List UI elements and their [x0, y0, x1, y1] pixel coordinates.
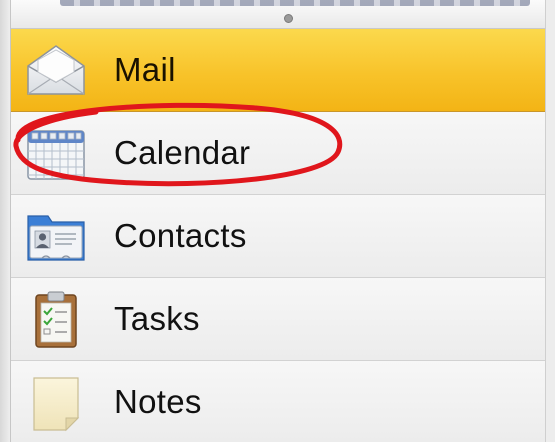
cut-off-content [60, 0, 530, 6]
nav-item-contacts[interactable]: Contacts [10, 195, 545, 278]
scroll-area-edge [545, 0, 555, 442]
nav-item-label: Contacts [114, 217, 247, 254]
nav-item-notes[interactable]: Notes [10, 361, 545, 442]
nav-item-mail[interactable]: Mail [10, 29, 545, 112]
contact-card-icon [24, 206, 88, 266]
nav-item-label: Calendar [114, 134, 251, 171]
nav-item-label: Tasks [114, 300, 200, 337]
nav-item-label: Notes [114, 383, 202, 420]
calendar-icon [24, 123, 88, 183]
resize-grip-handle[interactable] [284, 14, 293, 23]
navigation-pane-window: Mail Calendar Contacts Tasks Notes [0, 0, 555, 442]
clipboard-checklist-icon [24, 289, 88, 349]
left-border [0, 0, 11, 442]
navigation-pane: Mail Calendar Contacts Tasks Notes [10, 29, 545, 442]
pane-top-bar [0, 0, 555, 29]
nav-item-calendar[interactable]: Calendar [10, 112, 545, 195]
nav-item-label: Mail [114, 51, 176, 88]
nav-item-tasks[interactable]: Tasks [10, 278, 545, 361]
sticky-note-icon [24, 372, 88, 432]
envelope-icon [24, 40, 88, 100]
